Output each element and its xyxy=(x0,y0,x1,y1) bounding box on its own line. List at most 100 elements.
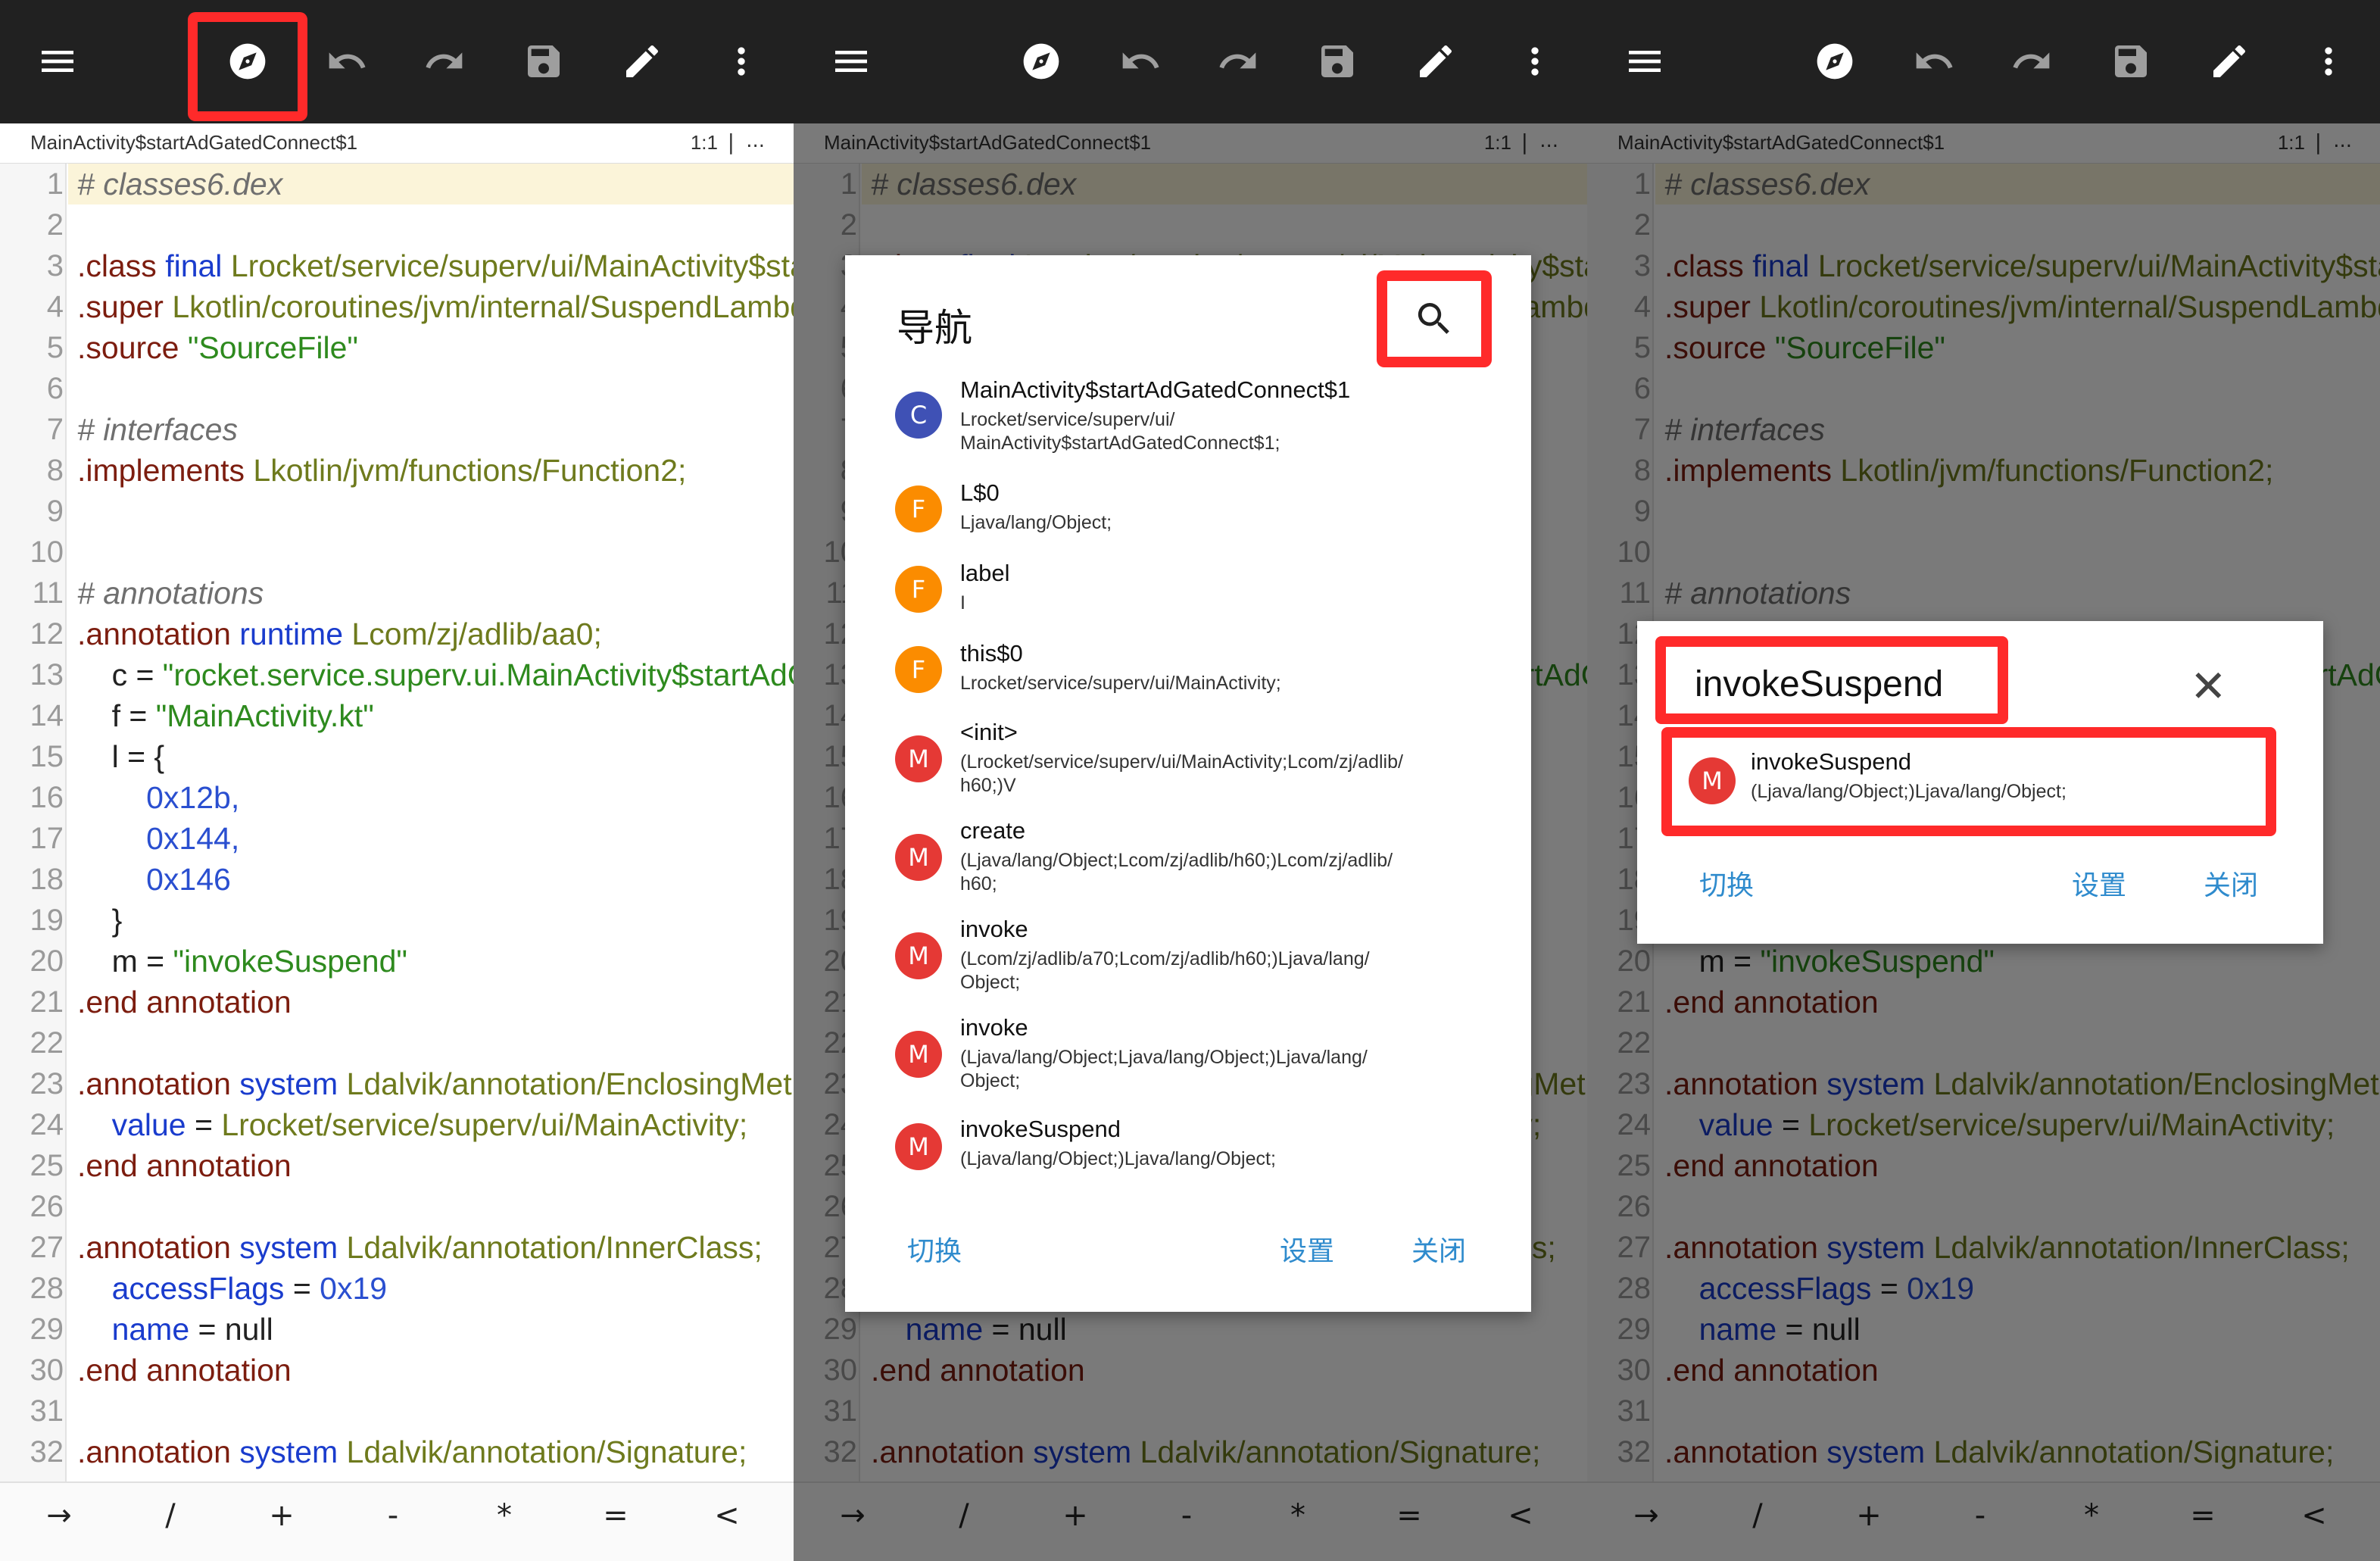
symbol-key[interactable]: / xyxy=(133,1498,208,1533)
nav-item[interactable]: F this$0 Lrocket/service/superv/ui/MainA… xyxy=(895,640,1471,694)
symbol-key[interactable]: - xyxy=(355,1498,431,1533)
code-token: 0x19 xyxy=(320,1271,388,1306)
line-number: 17 xyxy=(30,822,64,855)
code-line[interactable]: 10 xyxy=(0,532,794,573)
nav-item[interactable]: M <init> (Lrocket/service/superv/ui/Main… xyxy=(895,719,1471,796)
code-line[interactable]: 8 .implements Lkotlin/jvm/functions/Funct… xyxy=(0,450,794,491)
tab-more[interactable]: ... xyxy=(746,130,765,152)
code-line[interactable]: 11 # annotations xyxy=(0,573,794,613)
close-button[interactable]: 关闭 xyxy=(2204,863,2258,903)
search-button[interactable] xyxy=(1387,281,1481,357)
redo-icon[interactable] xyxy=(1200,23,1276,99)
code-line[interactable]: 19 } xyxy=(0,900,794,941)
compass-icon[interactable] xyxy=(1797,23,1873,99)
undo-icon[interactable] xyxy=(1896,23,1972,99)
file-tab[interactable]: MainActivity$startAdGatedConnect$1 1:1 |… xyxy=(0,123,794,164)
close-button[interactable]: 关闭 xyxy=(1411,1229,1466,1269)
save-icon[interactable] xyxy=(506,23,582,99)
code-token: .annotation xyxy=(77,1230,240,1265)
code-line[interactable]: 22 xyxy=(0,1022,794,1063)
code-line[interactable]: 24 value = Lrocket/service/superv/ui/Mai… xyxy=(0,1104,794,1145)
settings-button[interactable]: 设置 xyxy=(1280,1229,1334,1269)
nav-item[interactable]: F L$0 Ljava/lang/Object; xyxy=(895,479,1471,533)
edit-icon[interactable] xyxy=(2191,23,2267,99)
code-line[interactable]: 16 0x12b, xyxy=(0,777,794,818)
edit-icon[interactable] xyxy=(1398,23,1474,99)
more-vert-icon[interactable] xyxy=(2291,23,2366,99)
code-line[interactable]: 5 .source "SourceFile" xyxy=(0,327,794,368)
compass-icon[interactable] xyxy=(210,23,285,99)
code-line[interactable]: 9 xyxy=(0,491,794,532)
symbol-key[interactable]: * xyxy=(466,1498,542,1533)
code-line[interactable]: 25 .end annotation xyxy=(0,1145,794,1186)
search-input[interactable]: invokeSuspend xyxy=(1655,636,2008,724)
switch-button[interactable]: 切换 xyxy=(907,1229,962,1269)
edit-icon[interactable] xyxy=(604,23,680,99)
field-badge: F xyxy=(895,646,942,693)
code-line[interactable]: 12 .annotation runtime Lcom/zj/adlib/aa0; xyxy=(0,613,794,654)
code-line[interactable]: 4 .super Lkotlin/coroutines/jvm/internal/… xyxy=(0,286,794,327)
compass-icon[interactable] xyxy=(1003,23,1079,99)
editor-panel-1: MainActivity$startAdGatedConnect$1 1:1 |… xyxy=(0,0,794,1561)
editor-panel-2: MainActivity$startAdGatedConnect$1 1:1 |… xyxy=(794,0,1587,1561)
member-signature: Ljava/lang/Object; xyxy=(960,512,1112,533)
nav-item[interactable]: M invokeSuspend (Ljava/lang/Object;)Ljav… xyxy=(895,1116,1471,1170)
symbol-key[interactable]: → xyxy=(21,1498,97,1533)
code-token: Ldalvik/annotation/EnclosingMethod; xyxy=(346,1066,794,1101)
code-line[interactable]: 1 # classes6.dex xyxy=(0,164,794,204)
nav-item[interactable]: C MainActivity$startAdGatedConnect$1 Lro… xyxy=(895,376,1471,454)
save-icon[interactable] xyxy=(1299,23,1375,99)
code-line[interactable]: 6 xyxy=(0,368,794,409)
code-line[interactable]: 2 xyxy=(0,204,794,245)
code-line[interactable]: 27 .annotation system Ldalvik/annotation/… xyxy=(0,1227,794,1268)
code-line[interactable]: 28 accessFlags = 0x19 xyxy=(0,1268,794,1309)
symbol-key[interactable]: + xyxy=(244,1498,320,1533)
undo-icon[interactable] xyxy=(1103,23,1178,99)
more-vert-icon[interactable] xyxy=(1497,23,1573,99)
nav-item[interactable]: M invoke (Ljava/lang/Object;Ljava/lang/O… xyxy=(895,1014,1471,1091)
code-line[interactable]: 13 c = "rocket.service.superv.ui.MainAct… xyxy=(0,654,794,695)
code-line[interactable]: 29 name = null xyxy=(0,1309,794,1350)
code-line[interactable]: 21 .end annotation xyxy=(0,982,794,1022)
more-vert-icon[interactable] xyxy=(703,23,779,99)
code-line[interactable]: 3 .class final Lrocket/service/superv/ui/… xyxy=(0,245,794,286)
symbol-key[interactable]: < xyxy=(689,1498,765,1533)
code-line[interactable]: 30 .end annotation xyxy=(0,1350,794,1391)
nav-item[interactable]: M create (Ljava/lang/Object;Lcom/zj/adli… xyxy=(895,817,1471,894)
code-text: } xyxy=(77,900,123,941)
search-result-item[interactable]: M invokeSuspend (Ljava/lang/Object;)Ljav… xyxy=(1661,727,2276,836)
code-line[interactable]: 15 l = { xyxy=(0,736,794,777)
redo-icon[interactable] xyxy=(1994,23,2070,99)
redo-icon[interactable] xyxy=(407,23,482,99)
code-line[interactable]: 26 xyxy=(0,1186,794,1227)
editor-panel-3: MainActivity$startAdGatedConnect$1 1:1 |… xyxy=(1587,0,2380,1561)
close-icon[interactable]: ✕ xyxy=(2190,663,2227,709)
code-line[interactable]: 23 .annotation system Ldalvik/annotation/… xyxy=(0,1063,794,1104)
switch-button[interactable]: 切换 xyxy=(1699,863,1754,903)
undo-icon[interactable] xyxy=(309,23,385,99)
search-query: invokeSuspend xyxy=(1695,664,1944,704)
nav-item[interactable]: F label I xyxy=(895,560,1471,613)
method-badge: M xyxy=(895,735,942,782)
code-line[interactable]: 17 0x144, xyxy=(0,818,794,859)
code-line[interactable]: 18 0x146 xyxy=(0,859,794,900)
code-line[interactable]: 31 xyxy=(0,1391,794,1431)
code-line[interactable]: 32 .annotation system Ldalvik/annotation/… xyxy=(0,1431,794,1472)
code-editor[interactable]: 1# classes6.dex23.class final Lrocket/se… xyxy=(0,164,794,1481)
method-badge: M xyxy=(895,932,942,979)
menu-icon[interactable] xyxy=(20,23,95,99)
code-line[interactable]: 14 f = "MainActivity.kt" xyxy=(0,695,794,736)
save-icon[interactable] xyxy=(2093,23,2169,99)
code-token: .end annotation xyxy=(77,1353,292,1388)
symbol-key[interactable]: = xyxy=(578,1498,653,1533)
settings-button[interactable]: 设置 xyxy=(2072,863,2126,903)
class-badge: C xyxy=(895,392,942,439)
toolbar xyxy=(1587,0,2380,123)
menu-icon[interactable] xyxy=(1607,23,1683,99)
code-line[interactable]: 7 # interfaces xyxy=(0,409,794,450)
code-token: "rocket.service.superv.ui.MainActivity$s… xyxy=(162,657,794,692)
nav-item[interactable]: M invoke (Lcom/zj/adlib/a70;Lcom/zj/adli… xyxy=(895,916,1471,993)
code-text: .end annotation xyxy=(77,1145,292,1186)
menu-icon[interactable] xyxy=(813,23,889,99)
code-line[interactable]: 20 m = "invokeSuspend" xyxy=(0,941,794,982)
